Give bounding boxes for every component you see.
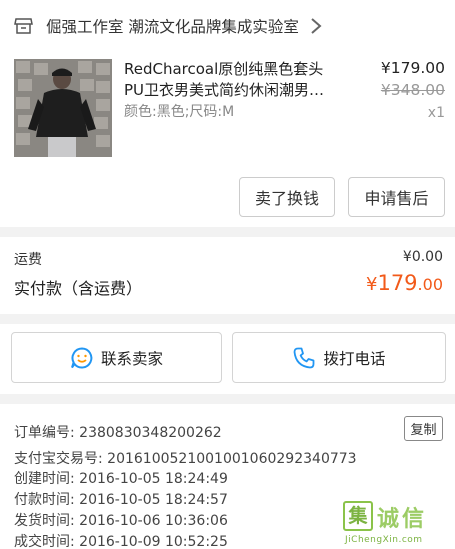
chat-icon <box>71 346 93 368</box>
watermark-text: 诚信 <box>377 507 428 532</box>
paid-integer: 179 <box>377 271 418 295</box>
contact-seller-button[interactable]: 联系卖家 <box>11 332 222 383</box>
contact-seller-label: 联系卖家 <box>100 349 163 368</box>
product-quantity: x1 <box>427 105 445 121</box>
paid-decimal: .00 <box>417 275 443 294</box>
product-sku: 颜色:黑色;尺码:M <box>124 104 235 120</box>
copy-button[interactable]: 复制 <box>404 416 443 441</box>
watermark-logo: 集 <box>343 501 373 531</box>
store-icon <box>14 18 33 34</box>
product-title[interactable]: RedCharcoal原创纯黑色套头 PU卫衣男美式简约休闲潮男… <box>124 59 342 101</box>
phone-icon <box>294 347 315 368</box>
shop-header[interactable]: 倔强工作室 潮流文化品牌集成实验室 <box>0 0 455 52</box>
alipay-number: 支付宝交易号: 2016100521001001060292340773 <box>14 451 357 467</box>
shipped-time: 发货时间: 2016-10-06 10:36:06 <box>14 513 228 529</box>
product-title-line2: PU卫衣男美式简约休闲潮男… <box>124 81 325 99</box>
shipping-value: ¥0.00 <box>402 249 443 265</box>
paid-currency: ¥ <box>366 274 378 295</box>
shop-name: 倔强工作室 潮流文化品牌集成实验室 <box>46 18 299 36</box>
paid-label: 实付款（含运费） <box>14 279 143 298</box>
sell-button[interactable]: 卖了换钱 <box>239 177 335 217</box>
paid-amount: ¥179.00 <box>366 271 443 295</box>
contact-row: 联系卖家 拨打电话 <box>0 324 455 394</box>
created-time: 创建时间: 2016-10-05 18:24:49 <box>14 471 228 487</box>
order-item[interactable]: RedCharcoal原创纯黑色套头 PU卫衣男美式简约休闲潮男… 颜色:黑色;… <box>0 52 455 227</box>
call-button[interactable]: 拨打电话 <box>232 332 446 383</box>
product-photo <box>14 59 112 157</box>
payment-summary: 运费 ¥0.00 实付款（含运费） ¥179.00 <box>0 237 455 314</box>
after-sale-button[interactable]: 申请售后 <box>348 177 445 217</box>
watermark: 集 诚信 JiChengXin.com <box>337 499 455 549</box>
chevron-right-icon <box>311 18 322 34</box>
call-label: 拨打电话 <box>323 349 386 368</box>
product-price: ¥179.00 <box>380 59 445 77</box>
product-title-line1: RedCharcoal原创纯黑色套头 <box>124 60 324 78</box>
shipping-label: 运费 <box>14 252 42 268</box>
completed-time: 成交时间: 2016-10-09 10:52:25 <box>14 534 228 549</box>
product-original-price: ¥348.00 <box>380 81 445 99</box>
order-number: 订单编号: 2380830348200262 <box>14 425 222 441</box>
paid-time: 付款时间: 2016-10-05 18:24:57 <box>14 492 228 508</box>
watermark-url: JiChengXin.com <box>345 535 423 545</box>
